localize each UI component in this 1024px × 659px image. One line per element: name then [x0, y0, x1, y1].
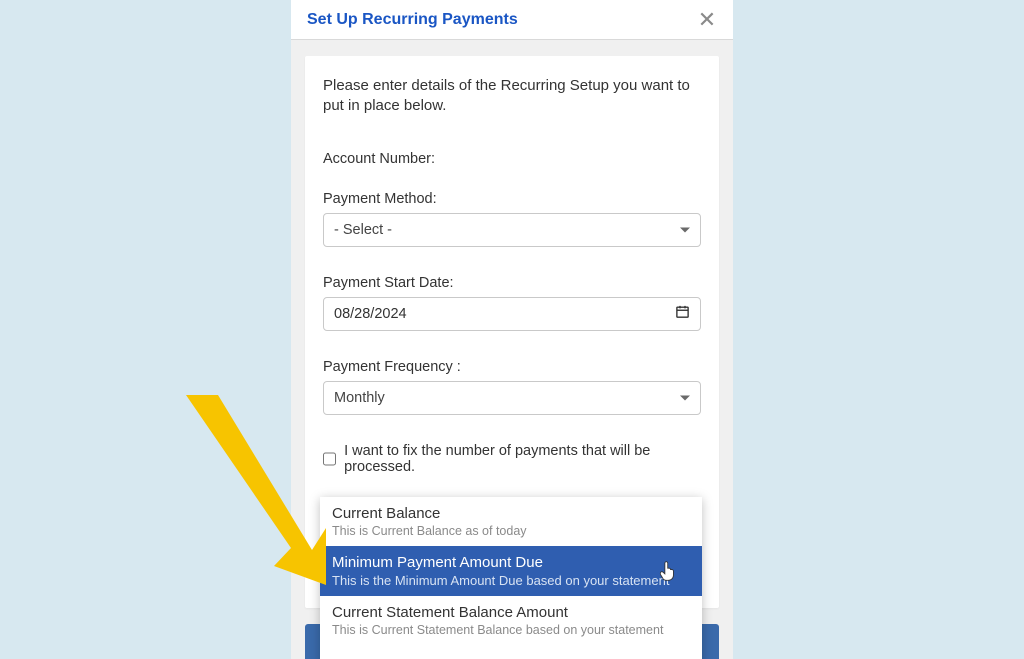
option-desc: This is the Minimum Amount Due based on … [332, 573, 690, 588]
option-desc: This is Current Statement Balance based … [332, 623, 690, 637]
frequency-field: Payment Frequency : Monthly [323, 359, 701, 415]
dropdown-option-custom-amount[interactable]: Please enter Payment Amount [320, 645, 702, 659]
option-title: Current Statement Balance Amount [332, 604, 690, 621]
frequency-value: Monthly [334, 390, 385, 406]
fix-payments-row: I want to fix the number of payments tha… [323, 443, 701, 475]
account-number-field: Account Number: [323, 151, 701, 167]
frequency-select[interactable]: Monthly [323, 381, 701, 415]
start-date-input[interactable]: 08/28/2024 [323, 297, 701, 331]
frequency-label: Payment Frequency : [323, 359, 701, 375]
dropdown-option-current-balance[interactable]: Current Balance This is Current Balance … [320, 497, 702, 546]
payment-method-value: - Select - [334, 222, 392, 238]
account-number-label: Account Number: [323, 151, 701, 167]
payment-method-label: Payment Method: [323, 191, 701, 207]
dialog-header: Set Up Recurring Payments ✕ [291, 0, 733, 40]
calendar-icon [675, 304, 690, 324]
start-date-label: Payment Start Date: [323, 275, 701, 291]
intro-text: Please enter details of the Recurring Se… [323, 76, 701, 117]
amount-dropdown: Current Balance This is Current Balance … [320, 497, 702, 659]
dialog-title: Set Up Recurring Payments [307, 11, 518, 29]
chevron-down-icon [680, 395, 690, 400]
close-icon[interactable]: ✕ [695, 9, 719, 31]
option-title: Minimum Payment Amount Due [332, 554, 690, 571]
start-date-field: Payment Start Date: 08/28/2024 [323, 275, 701, 331]
option-title: Current Balance [332, 505, 690, 522]
option-desc: This is Current Balance as of today [332, 524, 690, 538]
fix-payments-checkbox[interactable] [323, 452, 336, 466]
pointer-cursor-icon [658, 561, 676, 586]
fix-payments-label: I want to fix the number of payments tha… [344, 443, 701, 475]
dropdown-option-statement-balance[interactable]: Current Statement Balance Amount This is… [320, 596, 702, 645]
chevron-down-icon [680, 227, 690, 232]
dropdown-option-minimum-due[interactable]: Minimum Payment Amount Due This is the M… [320, 546, 702, 596]
payment-method-select[interactable]: - Select - [323, 213, 701, 247]
start-date-value: 08/28/2024 [334, 306, 407, 322]
payment-method-field: Payment Method: - Select - [323, 191, 701, 247]
